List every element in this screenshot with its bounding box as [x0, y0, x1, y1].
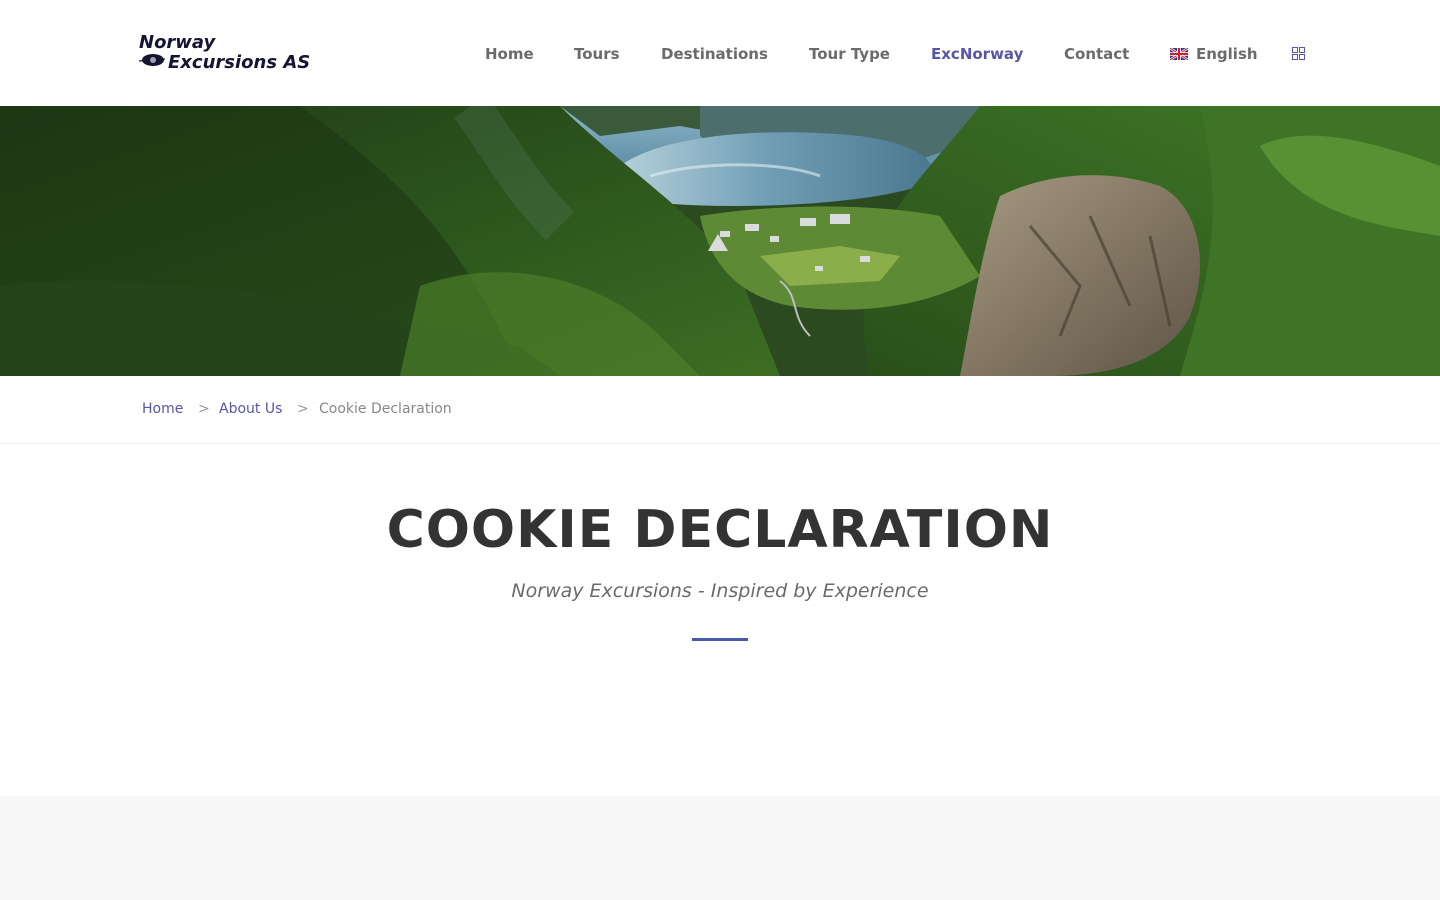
breadcrumb-separator: >: [198, 401, 210, 417]
page-subtitle: Norway Excursions - Inspired by Experien…: [511, 580, 929, 602]
language-label: English: [1196, 45, 1258, 63]
page-title: COOKIE DECLARATION: [386, 500, 1054, 560]
hero-banner: [0, 106, 1440, 376]
grid-icon[interactable]: [1292, 47, 1305, 60]
footer-band: [0, 796, 1440, 900]
nav-item-home[interactable]: Home: [485, 45, 534, 63]
breadcrumb-separator: >: [297, 401, 309, 417]
nav-item-destinations[interactable]: Destinations: [661, 45, 768, 63]
nav-item-tours[interactable]: Tours: [574, 45, 620, 63]
title-divider: [692, 638, 748, 641]
uk-flag-icon: [1170, 48, 1188, 60]
language-selector[interactable]: English: [1170, 45, 1258, 63]
breadcrumb-home[interactable]: Home: [142, 401, 183, 417]
fjord-landscape-image: [0, 106, 1440, 376]
main-nav: Home Tours Destinations Tour Type ExcNor…: [0, 45, 1440, 63]
nav-item-contact[interactable]: Contact: [1064, 45, 1129, 63]
nav-item-excnorway[interactable]: ExcNorway: [931, 45, 1023, 63]
breadcrumb-about-us[interactable]: About Us: [219, 401, 282, 417]
breadcrumb: Home > About Us > Cookie Declaration: [0, 376, 1440, 444]
site-header: Norway Excursions AS Home Tours Destinat…: [0, 0, 1440, 106]
breadcrumb-current: Cookie Declaration: [319, 401, 452, 417]
nav-item-tour-type[interactable]: Tour Type: [809, 45, 890, 63]
